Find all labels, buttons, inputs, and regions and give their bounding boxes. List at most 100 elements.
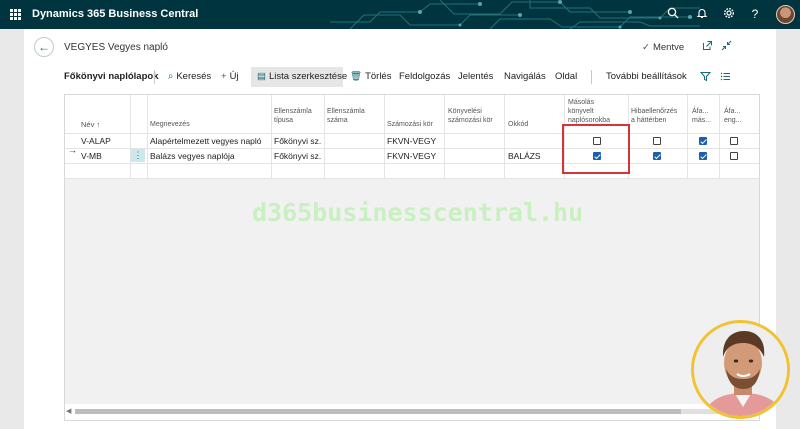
row1-no-series[interactable]: FKVN-VEGY	[387, 136, 436, 146]
scroll-left-icon[interactable]: ◀	[66, 407, 71, 415]
column-header-line: a háttérben	[631, 117, 667, 124]
saved-status: ✓ Mentve	[642, 42, 684, 53]
page-panel: ← VEGYES Vegyes napló ✓ Mentve Főkönyvi n…	[24, 29, 776, 429]
app-header-bar: Dynamics 365 Business Central ?	[0, 0, 800, 29]
user-avatar[interactable]	[776, 5, 795, 24]
navigate-menu[interactable]: Navigálás	[504, 71, 546, 82]
row1-background-check-checkbox[interactable]	[653, 137, 661, 145]
plus-icon: +	[221, 71, 227, 82]
grid-row-divider	[65, 163, 759, 164]
copy-to-posted-highlight-box	[562, 124, 630, 174]
edit-list-icon: ▤	[257, 71, 266, 82]
more-options-button[interactable]: További beállítások	[606, 71, 687, 82]
column-header-line: Ellenszámla	[327, 108, 365, 115]
header-circuit-pattern	[330, 0, 700, 29]
check-icon: ✓	[642, 42, 650, 53]
report-menu[interactable]: Jelentés	[458, 71, 493, 82]
column-header-line: Hibaellenőrzés	[631, 108, 678, 115]
column-header-line: száma	[327, 117, 348, 124]
current-row-arrow-icon: →	[68, 145, 77, 155]
process-menu[interactable]: Feldolgozás	[399, 71, 450, 82]
row2-bal-account-type[interactable]: Főkönyvi sz...	[274, 151, 322, 161]
list-view-icon[interactable]	[720, 71, 731, 85]
row1-name[interactable]: V-ALAP	[81, 136, 111, 146]
grid-column-divider	[719, 95, 720, 179]
row2-name[interactable]: V-MB	[81, 151, 102, 161]
column-header-line: Ellenszámla	[274, 108, 312, 115]
column-header-background-check[interactable]: Hibaellenőrzés a háttérben	[631, 107, 677, 125]
delete-button-label: Törlés	[365, 71, 392, 82]
search-icon: ⌕	[168, 71, 174, 82]
search-icon[interactable]	[666, 7, 680, 21]
section-label[interactable]: Főkönyvi naplólapok	[64, 71, 159, 82]
column-header-line: Könyvelési	[448, 108, 482, 115]
delete-button[interactable]: 🗑 Törlés	[350, 71, 391, 82]
grid-column-divider	[130, 95, 131, 179]
horizontal-scrollbar[interactable]: ◀ ▶	[65, 406, 759, 416]
column-header-line: könyvelt	[568, 108, 594, 115]
row2-vat-copy-checkbox[interactable]	[699, 152, 707, 160]
row2-background-check-checkbox[interactable]	[653, 152, 661, 160]
column-header-no-series[interactable]: Számozási kör	[387, 120, 433, 129]
grid-column-divider	[271, 95, 272, 179]
action-bar: Főkönyvi naplólapok ⌕ Keresés + Új ▤ Lista …	[24, 66, 776, 88]
column-header-posting-no-series[interactable]: Könyvelési számozási kör	[448, 107, 493, 125]
grid-row-divider	[65, 133, 759, 134]
row2-no-series[interactable]: FKVN-VEGY	[387, 151, 436, 161]
column-header-bal-account-type[interactable]: Ellenszámla típusa	[274, 107, 312, 125]
row-actions-menu-icon[interactable]: ⋮	[131, 149, 145, 162]
grid-row-divider	[65, 178, 759, 179]
row2-vat-allow-checkbox[interactable]	[730, 152, 738, 160]
column-header-name[interactable]: Név ↑	[81, 120, 100, 129]
edit-list-button-label: Lista szerkesztése	[268, 71, 348, 82]
column-header-description[interactable]: Megnevezés	[150, 120, 190, 129]
open-new-window-icon[interactable]	[702, 40, 713, 54]
back-arrow-icon[interactable]: ←	[34, 37, 54, 57]
column-header-line: eng...	[724, 117, 742, 124]
column-header-copy-to-posted[interactable]: Másolás könyvelt naplósorokba	[568, 98, 610, 125]
row1-vat-copy-checkbox[interactable]	[699, 137, 707, 145]
column-header-reason-code[interactable]: Okkód	[508, 120, 528, 129]
column-header-line: más...	[692, 117, 712, 124]
column-header-line: Áfa...	[724, 108, 741, 115]
presenter-photo	[691, 320, 790, 419]
grid-column-divider	[687, 95, 688, 179]
new-button[interactable]: + Új	[221, 71, 239, 82]
grid-column-divider	[384, 95, 385, 179]
search-button-label: Keresés	[176, 71, 212, 82]
column-header-vat-copy[interactable]: Áfa... más...	[692, 107, 711, 125]
grid-column-divider	[147, 95, 148, 179]
search-button[interactable]: ⌕ Keresés	[168, 71, 211, 82]
page-menu[interactable]: Oldal	[555, 71, 577, 82]
grid-row-divider	[65, 148, 759, 149]
app-title: Dynamics 365 Business Central	[32, 8, 199, 20]
help-icon[interactable]: ?	[748, 7, 762, 21]
column-header-vat-allow[interactable]: Áfa... eng...	[724, 107, 742, 125]
column-header-bal-account-no[interactable]: Ellenszámla száma	[327, 107, 365, 125]
saved-label: Mentve	[652, 42, 685, 53]
grid-column-divider	[444, 95, 445, 179]
trash-icon: 🗑	[350, 71, 363, 82]
collapse-icon[interactable]	[721, 40, 732, 54]
column-header-line: Másolás	[568, 99, 595, 106]
gear-icon[interactable]	[722, 7, 736, 21]
column-header-line: Áfa...	[692, 108, 709, 115]
scrollbar-thumb[interactable]	[75, 409, 681, 414]
app-launcher-icon[interactable]	[10, 9, 21, 20]
grid-column-divider	[504, 95, 505, 179]
filter-icon[interactable]	[699, 71, 712, 85]
column-header-line: típusa	[274, 117, 294, 124]
edit-list-button[interactable]: ▤ Lista szerkesztése	[257, 71, 347, 82]
grid-column-divider	[324, 95, 325, 179]
row1-vat-allow-checkbox[interactable]	[730, 137, 738, 145]
watermark-text: d365businesscentral.hu	[252, 198, 584, 227]
row2-reason-code[interactable]: BALÁZS	[508, 151, 541, 161]
row2-description[interactable]: Balázs vegyes naplója	[150, 151, 235, 161]
column-header-line: számozási kör	[448, 117, 493, 124]
row1-description[interactable]: Alapértelmezett vegyes napló	[150, 136, 262, 146]
new-button-label: Új	[229, 71, 239, 82]
page-title: VEGYES Vegyes napló	[64, 42, 168, 53]
journal-batch-grid: Név ↑ Megnevezés Ellenszámla típusa Elle…	[64, 94, 760, 421]
bell-icon[interactable]	[695, 7, 709, 21]
row1-bal-account-type[interactable]: Főkönyvi sz...	[274, 136, 322, 146]
